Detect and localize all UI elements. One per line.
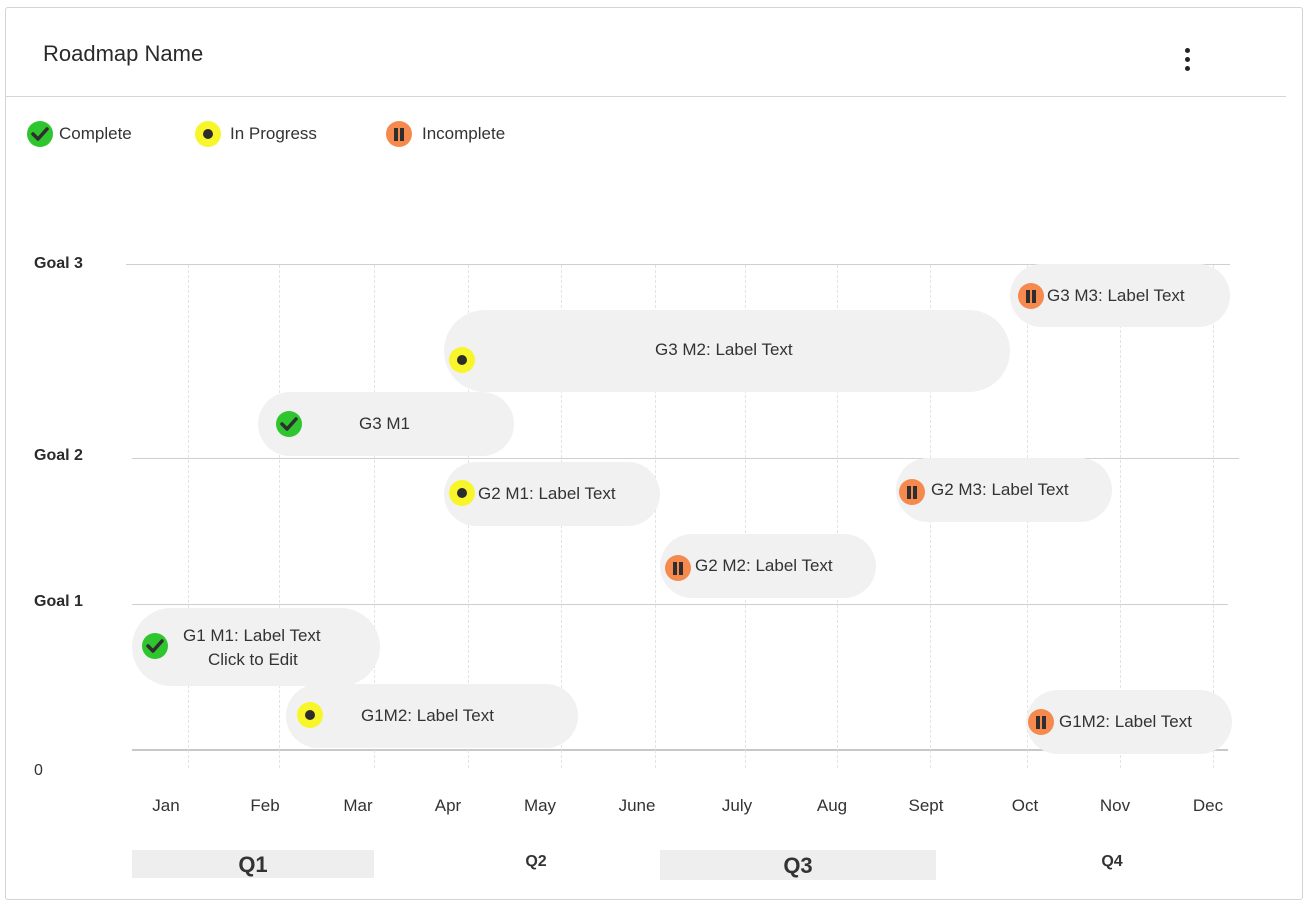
milestone-label: G3 M1: [359, 414, 411, 433]
card-header: Roadmap Name: [6, 8, 1286, 97]
pause-icon: [1028, 709, 1054, 735]
goal-1-label: Goal 1: [34, 593, 83, 610]
milestone-label: G3 M3: Label Text: [1047, 286, 1185, 305]
check-icon: [27, 121, 53, 147]
pause-icon: [899, 479, 925, 505]
month-label-jan: Jan: [152, 796, 180, 815]
month-label-dec: Dec: [1192, 796, 1224, 815]
milestone-g2m2[interactable]: G2 M2: Label Text: [660, 534, 876, 598]
milestone-g1m2-incomplete[interactable]: G1M2: Label Text: [1026, 690, 1232, 754]
milestone-sublabel: Click to Edit: [208, 650, 298, 669]
milestone-g1m1[interactable]: G1 M1: Label Text Click to Edit: [132, 608, 380, 686]
zero-label: 0: [34, 762, 43, 779]
milestone-g3m2[interactable]: G3 M2: Label Text: [444, 310, 1010, 392]
month-label-sept: Sept: [908, 796, 944, 815]
in-progress-icon: [449, 480, 475, 506]
goal-1-line: [132, 604, 1228, 605]
month-label-july: July: [721, 796, 753, 815]
milestone-label: G1M2: Label Text: [361, 706, 494, 725]
check-icon: [276, 411, 302, 437]
milestone-g2m1[interactable]: G2 M1: Label Text: [444, 462, 660, 526]
check-icon: [142, 633, 168, 659]
quarter-label-q4: Q4: [1101, 853, 1123, 870]
in-progress-icon: [297, 702, 323, 728]
pause-icon: [665, 555, 691, 581]
pause-icon: [386, 121, 412, 147]
milestone-g3m1[interactable]: G3 M1: [258, 392, 514, 456]
in-progress-icon: [195, 121, 221, 147]
legend-in-progress-label: In Progress: [230, 124, 317, 143]
roadmap-title[interactable]: Roadmap Name: [43, 41, 203, 67]
pause-icon: [1018, 283, 1044, 309]
in-progress-icon: [449, 347, 475, 373]
milestone-label: G3 M2: Label Text: [655, 340, 793, 359]
quarter-label-q2: Q2: [525, 853, 547, 870]
quarter-label-q1: Q1: [238, 852, 268, 877]
legend-complete-label: Complete: [59, 124, 132, 143]
month-label-nov: Nov: [1099, 796, 1131, 815]
month-label-aug: Aug: [816, 796, 848, 815]
milestone-label: G1 M1: Label Text: [183, 626, 321, 645]
month-label-feb: Feb: [250, 796, 280, 815]
legend-incomplete-label: Incomplete: [422, 124, 506, 143]
legend-in-progress: In Progress: [195, 120, 317, 148]
quarter-label-q3: Q3: [783, 853, 813, 878]
month-label-apr: Apr: [434, 796, 462, 815]
grid-line: [188, 265, 189, 768]
legend-incomplete: Incomplete: [386, 120, 505, 148]
milestone-label: G2 M2: Label Text: [695, 556, 833, 575]
milestone-label: G1M2: Label Text: [1059, 712, 1192, 731]
goal-2-label: Goal 2: [34, 447, 83, 464]
grid-line: [279, 265, 280, 768]
milestone-g1m2-in-progress[interactable]: G1M2: Label Text: [286, 684, 578, 748]
milestone-g2m3[interactable]: G2 M3: Label Text: [896, 458, 1112, 522]
milestone-label: G2 M1: Label Text: [478, 484, 616, 503]
more-vertical-icon[interactable]: [1176, 44, 1200, 76]
milestone-g3m3[interactable]: G3 M3: Label Text: [1010, 264, 1230, 327]
legend-complete: Complete: [27, 120, 132, 148]
month-label-june: June: [618, 796, 656, 815]
month-label-may: May: [523, 796, 557, 815]
month-label-mar: Mar: [343, 796, 373, 815]
goal-3-label: Goal 3: [34, 255, 83, 272]
milestone-label: G2 M3: Label Text: [931, 480, 1069, 499]
month-label-oct: Oct: [1011, 796, 1039, 815]
